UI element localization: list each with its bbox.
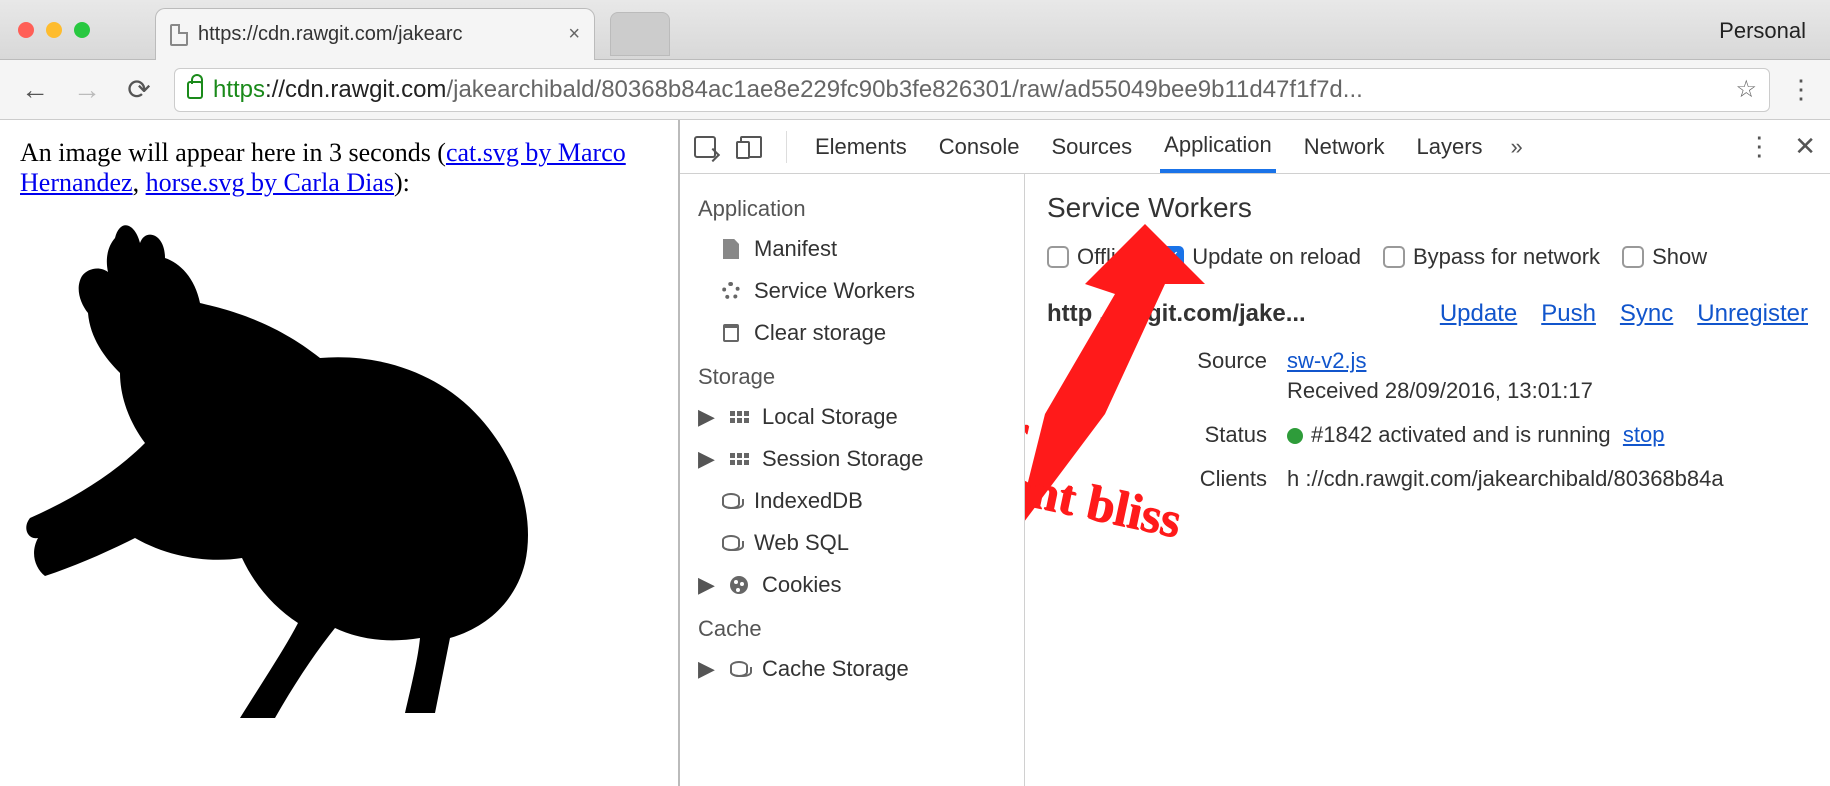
sidebar-item-cookies[interactable]: ▶Cookies xyxy=(680,564,1024,606)
sw-clients-row: Clients h ://cdn.rawgit.com/jakearchibal… xyxy=(1177,466,1808,492)
clients-label: Clients xyxy=(1177,466,1267,492)
update-on-reload-checkbox[interactable]: ✓Update on reload xyxy=(1162,244,1361,270)
sidebar-item-session-storage[interactable]: ▶Session Storage xyxy=(680,438,1024,480)
sidebar-section-application: Application xyxy=(680,186,1024,228)
sidebar-item-cache-storage[interactable]: ▶Cache Storage xyxy=(680,648,1024,690)
devtools-close-button[interactable]: ✕ xyxy=(1794,131,1816,162)
tab-network[interactable]: Network xyxy=(1300,120,1389,173)
browser-menu-button[interactable]: ⋮ xyxy=(1788,74,1812,105)
file-icon xyxy=(170,24,188,46)
minimize-window-button[interactable] xyxy=(46,22,62,38)
devtools-main: Service Workers Offline ✓Update on reloa… xyxy=(1025,174,1830,786)
offline-checkbox[interactable]: Offline xyxy=(1047,244,1140,270)
url-host: ://cdn.rawgit.com xyxy=(265,76,446,103)
sidebar-item-websql[interactable]: Web SQL xyxy=(680,522,1024,564)
sidebar-item-clear-storage[interactable]: Clear storage xyxy=(680,312,1024,354)
back-button[interactable]: ← xyxy=(18,74,52,106)
trash-icon xyxy=(723,324,739,342)
url-path: /jakearchibald/80368b84ac1ae8e229fc90b3f… xyxy=(446,76,1362,103)
sw-sync-link[interactable]: Sync xyxy=(1620,300,1673,328)
address-bar[interactable]: https://cdn.rawgit.com/jakearchibald/803… xyxy=(174,68,1770,112)
sw-received-row: Received 28/09/2016, 13:01:17 xyxy=(1177,378,1808,404)
page-intro: An image will appear here in 3 seconds (… xyxy=(20,138,658,198)
tab-sources[interactable]: Sources xyxy=(1047,120,1136,173)
tab-layers[interactable]: Layers xyxy=(1412,120,1486,173)
service-workers-heading: Service Workers xyxy=(1047,192,1808,224)
cookie-icon xyxy=(730,576,748,594)
devtools-menu-button[interactable]: ⋮ xyxy=(1746,131,1770,162)
database-icon xyxy=(730,661,748,677)
url-scheme: https xyxy=(213,76,265,103)
more-tabs-button[interactable]: » xyxy=(1511,134,1523,160)
devtools-panel: Elements Console Sources Application Net… xyxy=(680,120,1830,786)
status-dot-icon xyxy=(1287,428,1303,444)
grid-icon xyxy=(730,453,749,465)
sw-status-row: Status #1842 activated and is running st… xyxy=(1177,422,1808,448)
tab-application[interactable]: Application xyxy=(1160,120,1276,173)
window-chrome: https://cdn.rawgit.com/jakearc × Persona… xyxy=(0,0,1830,60)
browser-toolbar: ← → ⟳ https://cdn.rawgit.com/jakearchiba… xyxy=(0,60,1830,120)
tab-title: https://cdn.rawgit.com/jakearc xyxy=(198,23,558,46)
sidebar-item-service-workers[interactable]: Service Workers xyxy=(680,270,1024,312)
sw-source-link[interactable]: sw-v2.js xyxy=(1287,348,1366,373)
status-label: Status xyxy=(1177,422,1267,448)
gear-icon xyxy=(722,282,740,300)
reload-button[interactable]: ⟳ xyxy=(122,73,156,106)
grid-icon xyxy=(730,411,749,423)
sidebar-item-manifest[interactable]: Manifest xyxy=(680,228,1024,270)
sidebar-section-cache: Cache xyxy=(680,606,1024,648)
database-icon xyxy=(722,493,740,509)
sw-origin-row: http .rawgit.com/jake... Update Push Syn… xyxy=(1047,300,1808,328)
sw-options-row: Offline ✓Update on reload Bypass for net… xyxy=(1047,244,1808,270)
traffic-lights xyxy=(18,22,90,38)
browser-tab[interactable]: https://cdn.rawgit.com/jakearc × xyxy=(155,8,595,60)
sw-stop-link[interactable]: stop xyxy=(1623,422,1665,447)
profile-label[interactable]: Personal xyxy=(1719,18,1806,44)
inspect-icon[interactable] xyxy=(694,136,716,158)
sw-unregister-link[interactable]: Unregister xyxy=(1697,300,1808,328)
database-icon xyxy=(722,535,740,551)
sw-origin: http .rawgit.com/jake... xyxy=(1047,300,1306,328)
device-toolbar-icon[interactable] xyxy=(740,136,762,158)
sw-status-text: #1842 activated and is running xyxy=(1311,422,1611,447)
file-icon xyxy=(723,239,739,259)
bookmark-button[interactable]: ☆ xyxy=(1735,75,1757,104)
sw-action-links: Update Push Sync Unregister xyxy=(1440,300,1808,328)
page-content: An image will appear here in 3 seconds (… xyxy=(0,120,680,786)
sw-update-link[interactable]: Update xyxy=(1440,300,1517,328)
source-label: Source xyxy=(1177,348,1267,374)
tab-console[interactable]: Console xyxy=(935,120,1024,173)
new-tab-button[interactable] xyxy=(610,12,670,56)
horse-image xyxy=(20,208,658,735)
show-all-checkbox[interactable]: Show xyxy=(1622,244,1707,270)
sidebar-item-indexeddb[interactable]: IndexedDB xyxy=(680,480,1024,522)
intro-prefix: An image will appear here in 3 seconds ( xyxy=(20,138,446,167)
sw-source-row: Source sw-v2.js xyxy=(1177,348,1808,374)
link-horse-svg[interactable]: horse.svg by Carla Dias xyxy=(146,168,394,197)
sidebar-item-local-storage[interactable]: ▶Local Storage xyxy=(680,396,1024,438)
devtools-tabs: Elements Console Sources Application Net… xyxy=(680,120,1830,174)
sw-push-link[interactable]: Push xyxy=(1541,300,1596,328)
lock-icon[interactable] xyxy=(187,81,203,99)
sidebar-section-storage: Storage xyxy=(680,354,1024,396)
annotation-text-2: development bliss xyxy=(1025,415,1186,548)
tab-elements[interactable]: Elements xyxy=(811,120,911,173)
close-tab-button[interactable]: × xyxy=(568,23,580,46)
maximize-window-button[interactable] xyxy=(74,22,90,38)
devtools-sidebar: Application Manifest Service Workers Cle… xyxy=(680,174,1025,786)
close-window-button[interactable] xyxy=(18,22,34,38)
annotation-text-1: Click here for xyxy=(1025,344,1034,459)
sw-received-text: Received 28/09/2016, 13:01:17 xyxy=(1287,378,1593,404)
sw-clients-text: h ://cdn.rawgit.com/jakearchibald/80368b… xyxy=(1287,466,1724,492)
url-text: https://cdn.rawgit.com/jakearchibald/803… xyxy=(213,76,1725,104)
bypass-for-network-checkbox[interactable]: Bypass for network xyxy=(1383,244,1600,270)
forward-button[interactable]: → xyxy=(70,74,104,106)
